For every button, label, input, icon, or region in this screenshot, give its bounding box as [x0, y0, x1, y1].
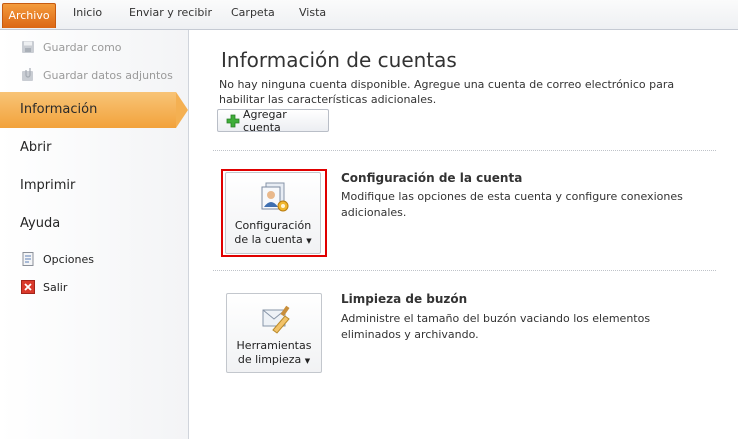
account-settings-description: Modifique las opciones de esta cuenta y …	[341, 190, 683, 219]
account-info-panel: Información de cuentas No hay ninguna cu…	[189, 30, 738, 439]
plus-icon	[226, 114, 240, 127]
separator	[213, 270, 716, 271]
options-label: Opciones	[43, 252, 94, 266]
nav-abrir[interactable]: Abrir	[0, 130, 188, 166]
mailbox-cleanup-title: Limpieza de buzón	[341, 292, 468, 306]
cleanup-tools-button-line2: de limpieza ▼	[237, 353, 311, 366]
cleanup-tools-button[interactable]: Herramientas de limpieza ▼	[226, 293, 322, 373]
nav-imprimir[interactable]: Imprimir	[0, 168, 188, 204]
options-icon	[22, 252, 34, 266]
tab-vista[interactable]: Vista	[299, 6, 326, 19]
tab-archivo[interactable]: Archivo	[2, 3, 56, 28]
chevron-down-icon: ▼	[304, 357, 311, 365]
nav-ayuda[interactable]: Ayuda	[0, 206, 188, 242]
save-attachments-icon	[22, 68, 33, 81]
add-account-label: Agregar cuenta	[242, 107, 287, 134]
cleanup-tools-button-line1: Herramientas	[236, 339, 312, 352]
exit-icon	[21, 280, 35, 294]
nav-informacion[interactable]: Información	[0, 92, 188, 128]
save-as-label: Guardar como	[43, 40, 122, 54]
account-settings-title: Configuración de la cuenta	[341, 171, 523, 185]
backstage-sidebar: Guardar como Guardar datos adjuntos Info…	[0, 30, 189, 439]
exit-command[interactable]: Salir	[20, 278, 67, 296]
cleanup-tools-icon	[262, 305, 290, 334]
tab-carpeta[interactable]: Carpeta	[231, 6, 275, 19]
save-attachments-label: Guardar datos adjuntos	[43, 68, 173, 82]
mailbox-cleanup-description: Administre el tamaño del buzón vaciando …	[341, 312, 651, 341]
tab-inicio[interactable]: Inicio	[73, 6, 102, 19]
save-as-command[interactable]: Guardar como	[20, 38, 122, 56]
ribbon-tab-bar: Archivo Inicio Enviar y recibir Carpeta …	[0, 0, 738, 30]
options-command[interactable]: Opciones	[20, 250, 94, 268]
save-attachments-command[interactable]: Guardar datos adjuntos	[20, 66, 173, 84]
page-description: No hay ninguna cuenta disponible. Agregu…	[219, 78, 675, 106]
page-title: Información de cuentas	[221, 48, 457, 72]
exit-label: Salir	[43, 280, 68, 294]
separator	[213, 150, 716, 151]
highlight-box	[221, 169, 327, 257]
save-as-icon	[22, 41, 34, 53]
tab-enviar-y-recibir[interactable]: Enviar y recibir	[129, 6, 212, 19]
add-account-button[interactable]: Agregar cuenta	[217, 107, 329, 134]
